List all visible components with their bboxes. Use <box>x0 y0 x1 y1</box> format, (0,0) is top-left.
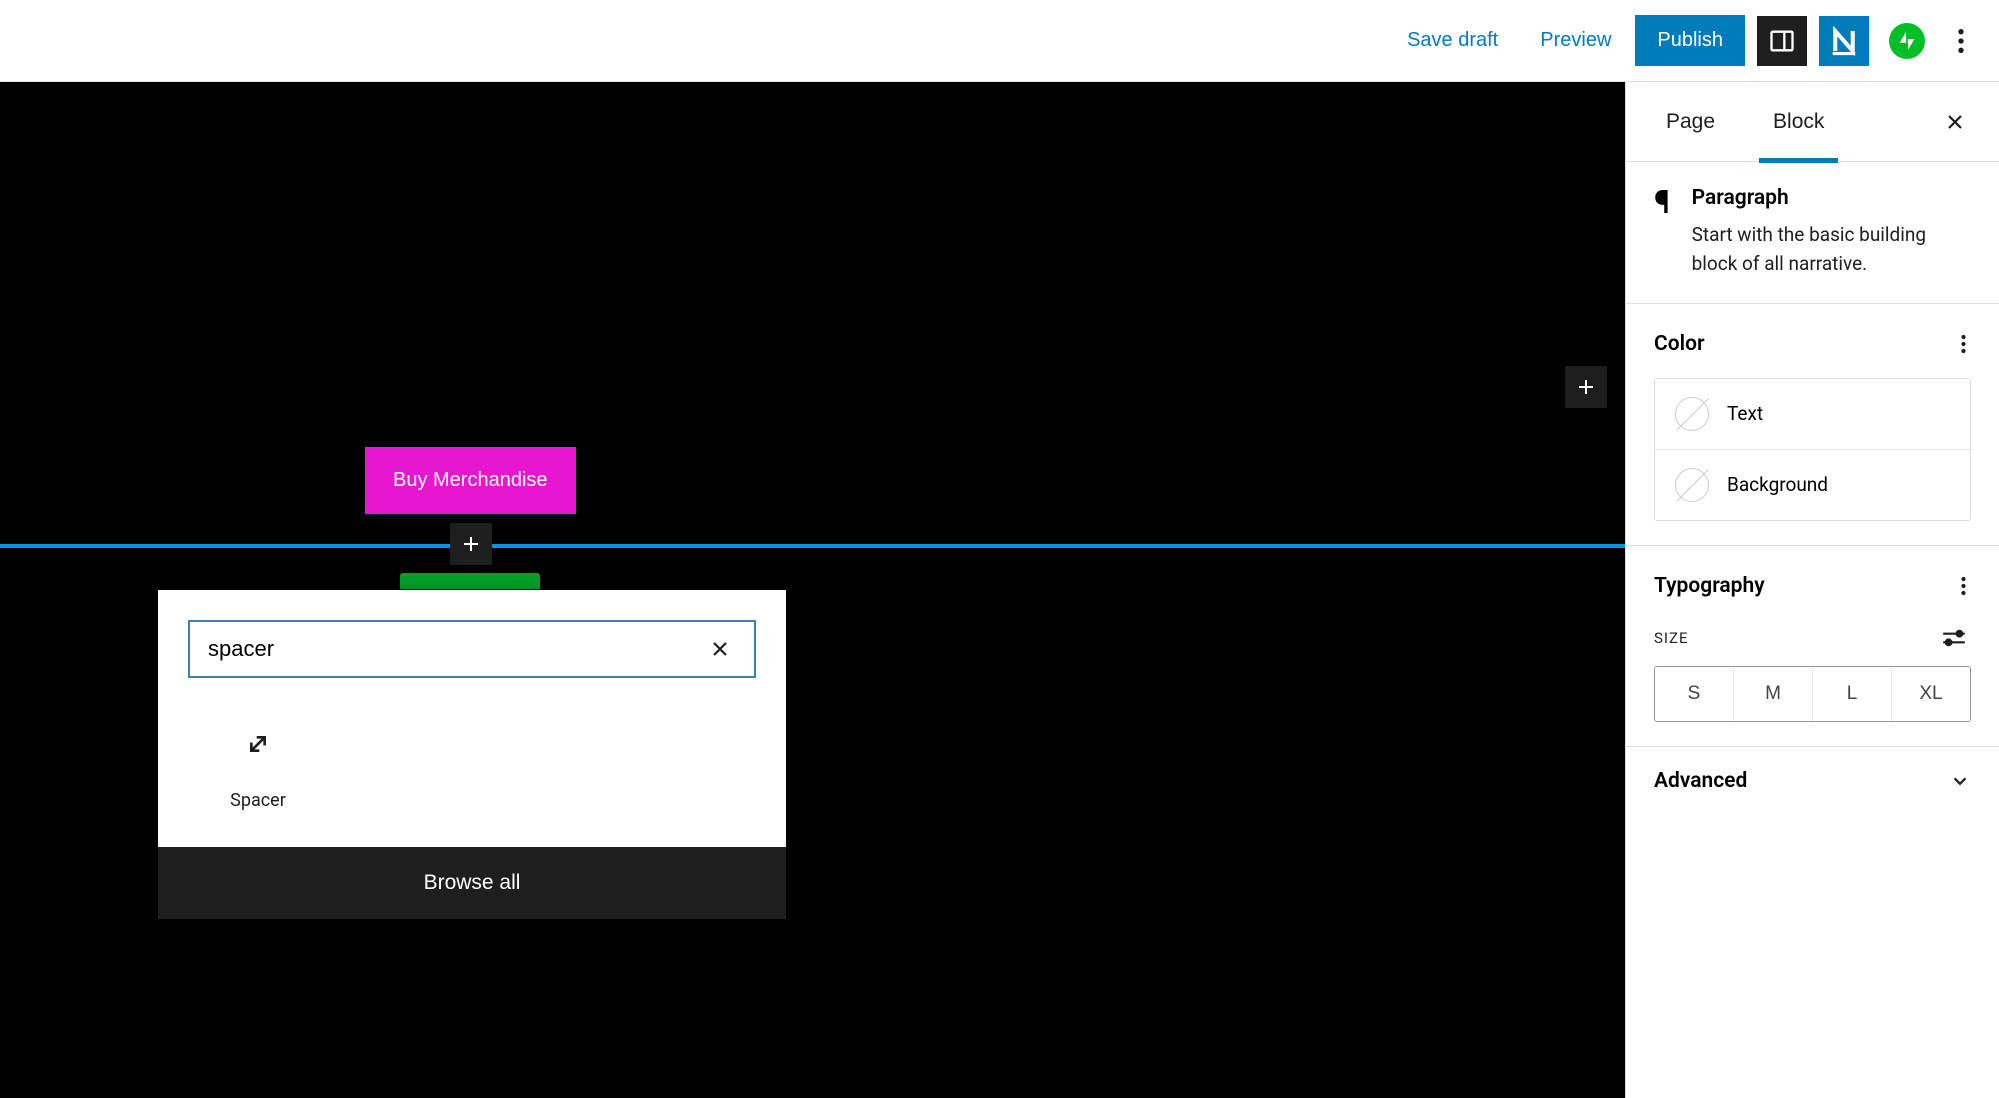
jetpack-badge[interactable] <box>1889 23 1925 59</box>
background-color-swatch <box>1675 468 1709 502</box>
spacer-block-icon <box>242 728 274 760</box>
jetpack-icon <box>1896 30 1918 52</box>
chevron-down-icon <box>1949 770 1971 792</box>
inserter-search-field-wrap <box>188 620 756 678</box>
options-more-button[interactable] <box>1941 16 1981 66</box>
more-vertical-icon <box>1960 574 1967 598</box>
block-placeholder <box>400 573 540 589</box>
more-vertical-icon <box>1960 332 1967 356</box>
color-panel-title: Color <box>1654 332 1705 356</box>
color-background-label: Background <box>1727 473 1828 496</box>
size-custom-toggle[interactable] <box>1937 624 1971 652</box>
block-description: Start with the basic building block of a… <box>1692 220 1971 279</box>
inserter-result-spacer[interactable]: Spacer <box>188 708 328 817</box>
typography-panel-title: Typography <box>1654 574 1765 598</box>
browse-all-button[interactable]: Browse all <box>158 847 786 919</box>
top-toolbar: Save draft Preview Publish <box>0 0 1999 82</box>
sidebar-tabs: Page Block <box>1626 82 1999 162</box>
block-insertion-line <box>0 544 1625 548</box>
tab-page[interactable]: Page <box>1652 82 1729 162</box>
size-s-button[interactable]: S <box>1655 667 1733 721</box>
size-l-button[interactable]: L <box>1812 667 1891 721</box>
inserter-search-area <box>158 590 786 708</box>
save-draft-button[interactable]: Save draft <box>1389 19 1516 62</box>
add-block-button[interactable] <box>1565 366 1607 408</box>
size-m-button[interactable]: M <box>1733 667 1812 721</box>
typography-panel: Typography Size S M L XL <box>1626 546 1999 747</box>
inserter-search-input[interactable] <box>208 636 704 662</box>
theme-n-button[interactable] <box>1819 16 1869 66</box>
paragraph-icon: ¶ <box>1654 186 1670 279</box>
sliders-icon <box>1941 628 1967 648</box>
publish-button[interactable]: Publish <box>1635 15 1745 66</box>
color-text-label: Text <box>1727 402 1763 425</box>
inserter-results: Spacer <box>158 708 786 847</box>
sidebar-close-button[interactable] <box>1937 104 1973 140</box>
advanced-panel-toggle[interactable]: Advanced <box>1626 747 1999 815</box>
close-icon <box>1943 110 1967 134</box>
settings-sidebar: Page Block ¶ Paragraph Start with the ba… <box>1625 82 1999 1098</box>
text-color-swatch <box>1675 397 1709 431</box>
size-label: Size <box>1654 629 1689 647</box>
block-info-section: ¶ Paragraph Start with the basic buildin… <box>1626 162 1999 304</box>
block-title: Paragraph <box>1692 186 1971 210</box>
preview-button[interactable]: Preview <box>1522 19 1629 62</box>
settings-toggle-button[interactable] <box>1757 16 1807 66</box>
inserter-search-clear-button[interactable] <box>704 633 736 665</box>
buy-merchandise-button[interactable]: Buy Merchandise <box>365 447 576 514</box>
tab-block[interactable]: Block <box>1759 82 1838 162</box>
close-icon <box>708 637 732 661</box>
color-background-row[interactable]: Background <box>1655 449 1970 520</box>
color-panel: Color Text Background <box>1626 304 1999 546</box>
block-inserter-popover: Spacer Browse all <box>158 590 786 919</box>
color-options-list: Text Background <box>1654 378 1971 521</box>
more-vertical-icon <box>1957 27 1965 55</box>
plus-icon <box>1574 375 1598 399</box>
typography-panel-more-button[interactable] <box>1956 570 1971 602</box>
size-xl-button[interactable]: XL <box>1891 667 1970 721</box>
inline-inserter-button[interactable] <box>450 523 492 565</box>
advanced-title: Advanced <box>1654 769 1747 793</box>
editor-canvas[interactable]: Buy Merchandise Spacer <box>0 82 1625 1098</box>
inserter-result-label: Spacer <box>230 790 286 811</box>
color-panel-more-button[interactable] <box>1956 328 1971 360</box>
color-text-row[interactable]: Text <box>1655 379 1970 449</box>
sidebar-panel-icon <box>1768 27 1796 55</box>
plus-icon <box>459 532 483 556</box>
letter-n-icon <box>1829 26 1859 56</box>
size-button-group: S M L XL <box>1654 666 1971 722</box>
